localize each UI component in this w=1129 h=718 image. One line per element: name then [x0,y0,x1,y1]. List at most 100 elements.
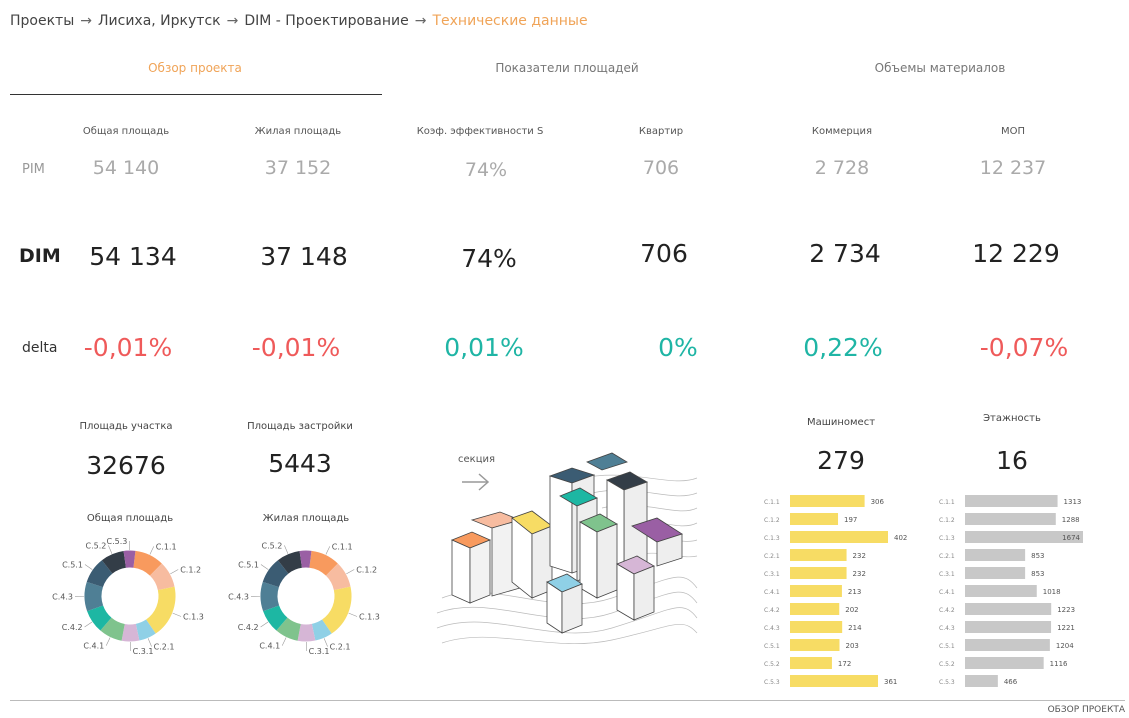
donut-segment[interactable] [86,560,113,588]
bar-value-label: 1221 [1057,624,1075,632]
bar[interactable] [790,585,842,597]
arrow-right-icon: → [414,13,427,29]
plot-area-label: Площадь участка [79,421,173,432]
metric-header: Коммерция [811,126,873,137]
bar-value-label: 232 [853,570,866,578]
built-area-value: 5443 [268,449,332,478]
bar-value-label: 213 [848,588,861,596]
pim-value: 74% [464,159,508,181]
donut-segment-label: С.2.1 [330,643,351,652]
breadcrumb-item-projects[interactable]: Проекты [10,13,74,29]
donut-segment[interactable] [262,560,289,588]
bar[interactable] [790,513,839,525]
donut-chart-total-area: С.1.1 С.1.2 С.1.3 С.2.1С.3.1 С.4.1 С.4.2 С.4.3… [52,537,204,656]
building-massing-illustration[interactable] [432,448,702,653]
donut-segment-label: С.5.2 [86,541,107,550]
donut-segment[interactable] [325,563,351,591]
bar[interactable] [790,495,865,507]
bar[interactable] [965,513,1056,525]
donut-segment[interactable] [87,604,112,631]
bar[interactable] [965,585,1037,597]
donut-segment-label: С.1.1 [332,542,353,551]
tab-project-overview[interactable]: Обзор проекта [10,61,380,75]
bar-category-label: С.1.1 [764,499,780,506]
bar-value-label: 466 [1004,678,1018,686]
donut-segment[interactable] [101,550,127,574]
bar[interactable] [790,621,843,633]
parking-value: 279 [817,446,865,475]
bar[interactable] [790,567,847,579]
donut-segment[interactable] [100,617,126,641]
tab-area-indicators[interactable]: Показатели площадей [382,61,752,75]
donut-leader-line [172,612,182,617]
donut-leader-line [346,569,355,575]
bar[interactable] [965,549,1026,561]
bar-category-label: С.4.2 [764,607,780,614]
breadcrumb-item-project[interactable]: Лисиха, Иркутск [98,13,221,29]
donut-leader-line [348,612,358,617]
donut-segment-label: С.4.3 [228,593,249,602]
dim-value: 2 734 [809,239,881,268]
dim-value: 37 148 [260,242,348,271]
bar-category-label: С.2.1 [939,553,955,560]
bar[interactable] [965,603,1052,615]
bar-category-label: С.5.3 [939,679,955,686]
bar[interactable] [965,621,1052,633]
donut-segment[interactable] [149,563,175,591]
bar-category-label: С.4.1 [939,589,955,596]
donut-segment[interactable] [297,623,316,642]
donut-segment[interactable] [84,581,104,612]
bar[interactable] [965,639,1050,651]
donut-segment-label: С.1.2 [180,566,201,575]
delta-value: 0,22% [803,333,883,362]
dim-value: 74% [461,244,517,273]
bar[interactable] [790,549,847,561]
bar[interactable] [965,495,1058,507]
donut-segment[interactable] [121,623,140,642]
built-area-label: Площадь застройки [247,421,353,432]
donut-segment[interactable] [277,550,303,574]
donut-segment[interactable] [276,617,302,641]
bar[interactable] [790,657,832,669]
bar[interactable] [965,657,1044,669]
bar-value-label: 203 [845,642,858,650]
bar-value-label: 202 [845,606,858,614]
donut-segment[interactable] [132,550,162,576]
breadcrumb-item-stage[interactable]: DIM - Проектирование [244,13,408,29]
donut-segment-label: С.2.1 [154,643,175,652]
bar-value-label: 232 [853,552,866,560]
tab-material-volumes[interactable]: Объемы материалов [755,61,1125,75]
donut-segment[interactable] [308,550,338,576]
bar[interactable] [965,567,1026,579]
pim-value: 12 237 [979,157,1047,179]
parking-label: Машиномест [806,417,876,428]
bar-category-label: С.1.3 [939,535,955,542]
donut-segment-label: С.1.3 [183,612,204,621]
donut-segment[interactable] [263,604,288,631]
bar-value-label: 197 [844,516,857,524]
bar[interactable] [965,675,998,687]
breadcrumb-current: Технические данные [432,13,588,29]
bar[interactable] [790,639,840,651]
donut-leader-line [281,637,287,646]
bar[interactable] [790,603,840,615]
donut-segment[interactable] [311,619,332,641]
metric-header: Жилая площадь [254,126,342,137]
bar-category-label: С.3.1 [764,571,780,578]
pim-value: 37 152 [264,157,332,179]
breadcrumb: Проекты → Лисиха, Иркутск → DIM - Проектиров… [10,13,594,29]
donut-title-living: Жилая площадь [262,513,350,524]
donut-segment[interactable] [135,619,156,641]
bar[interactable] [790,675,879,687]
bar-category-label: С.5.3 [764,679,780,686]
bar-value-label: 853 [1031,552,1044,560]
donut-segment[interactable] [260,581,280,612]
bar-value-label: 402 [894,534,907,542]
donut-segment-label: С.5.1 [238,560,259,569]
donut-chart-living-area: С.1.1 С.1.2 С.1.3 С.2.1С.3.1 С.4.1 С.4.2 С.4.3… [228,541,380,656]
active-tab-underline [10,94,382,95]
donut-segment[interactable] [321,586,352,634]
donut-leader-line [260,621,269,628]
bar[interactable] [790,531,888,543]
donut-segment[interactable] [145,586,176,634]
